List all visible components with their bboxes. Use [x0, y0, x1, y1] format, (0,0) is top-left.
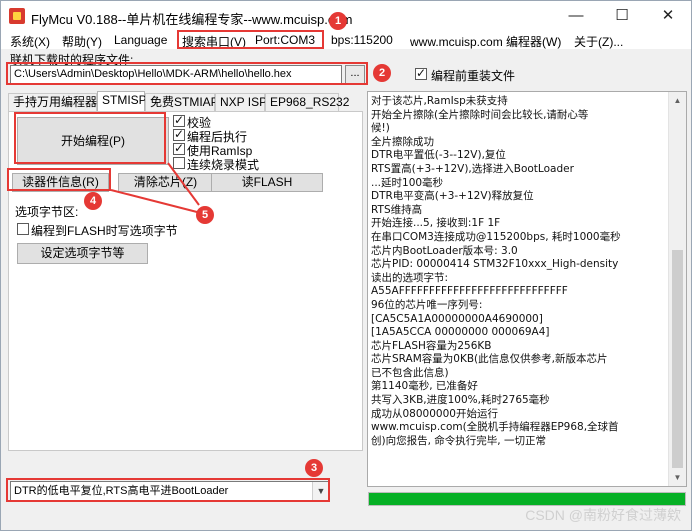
annotation-arrow-read-info [110, 189, 198, 213]
annotation-arrow-start [167, 162, 200, 206]
annotation-arrows [110, 162, 200, 213]
